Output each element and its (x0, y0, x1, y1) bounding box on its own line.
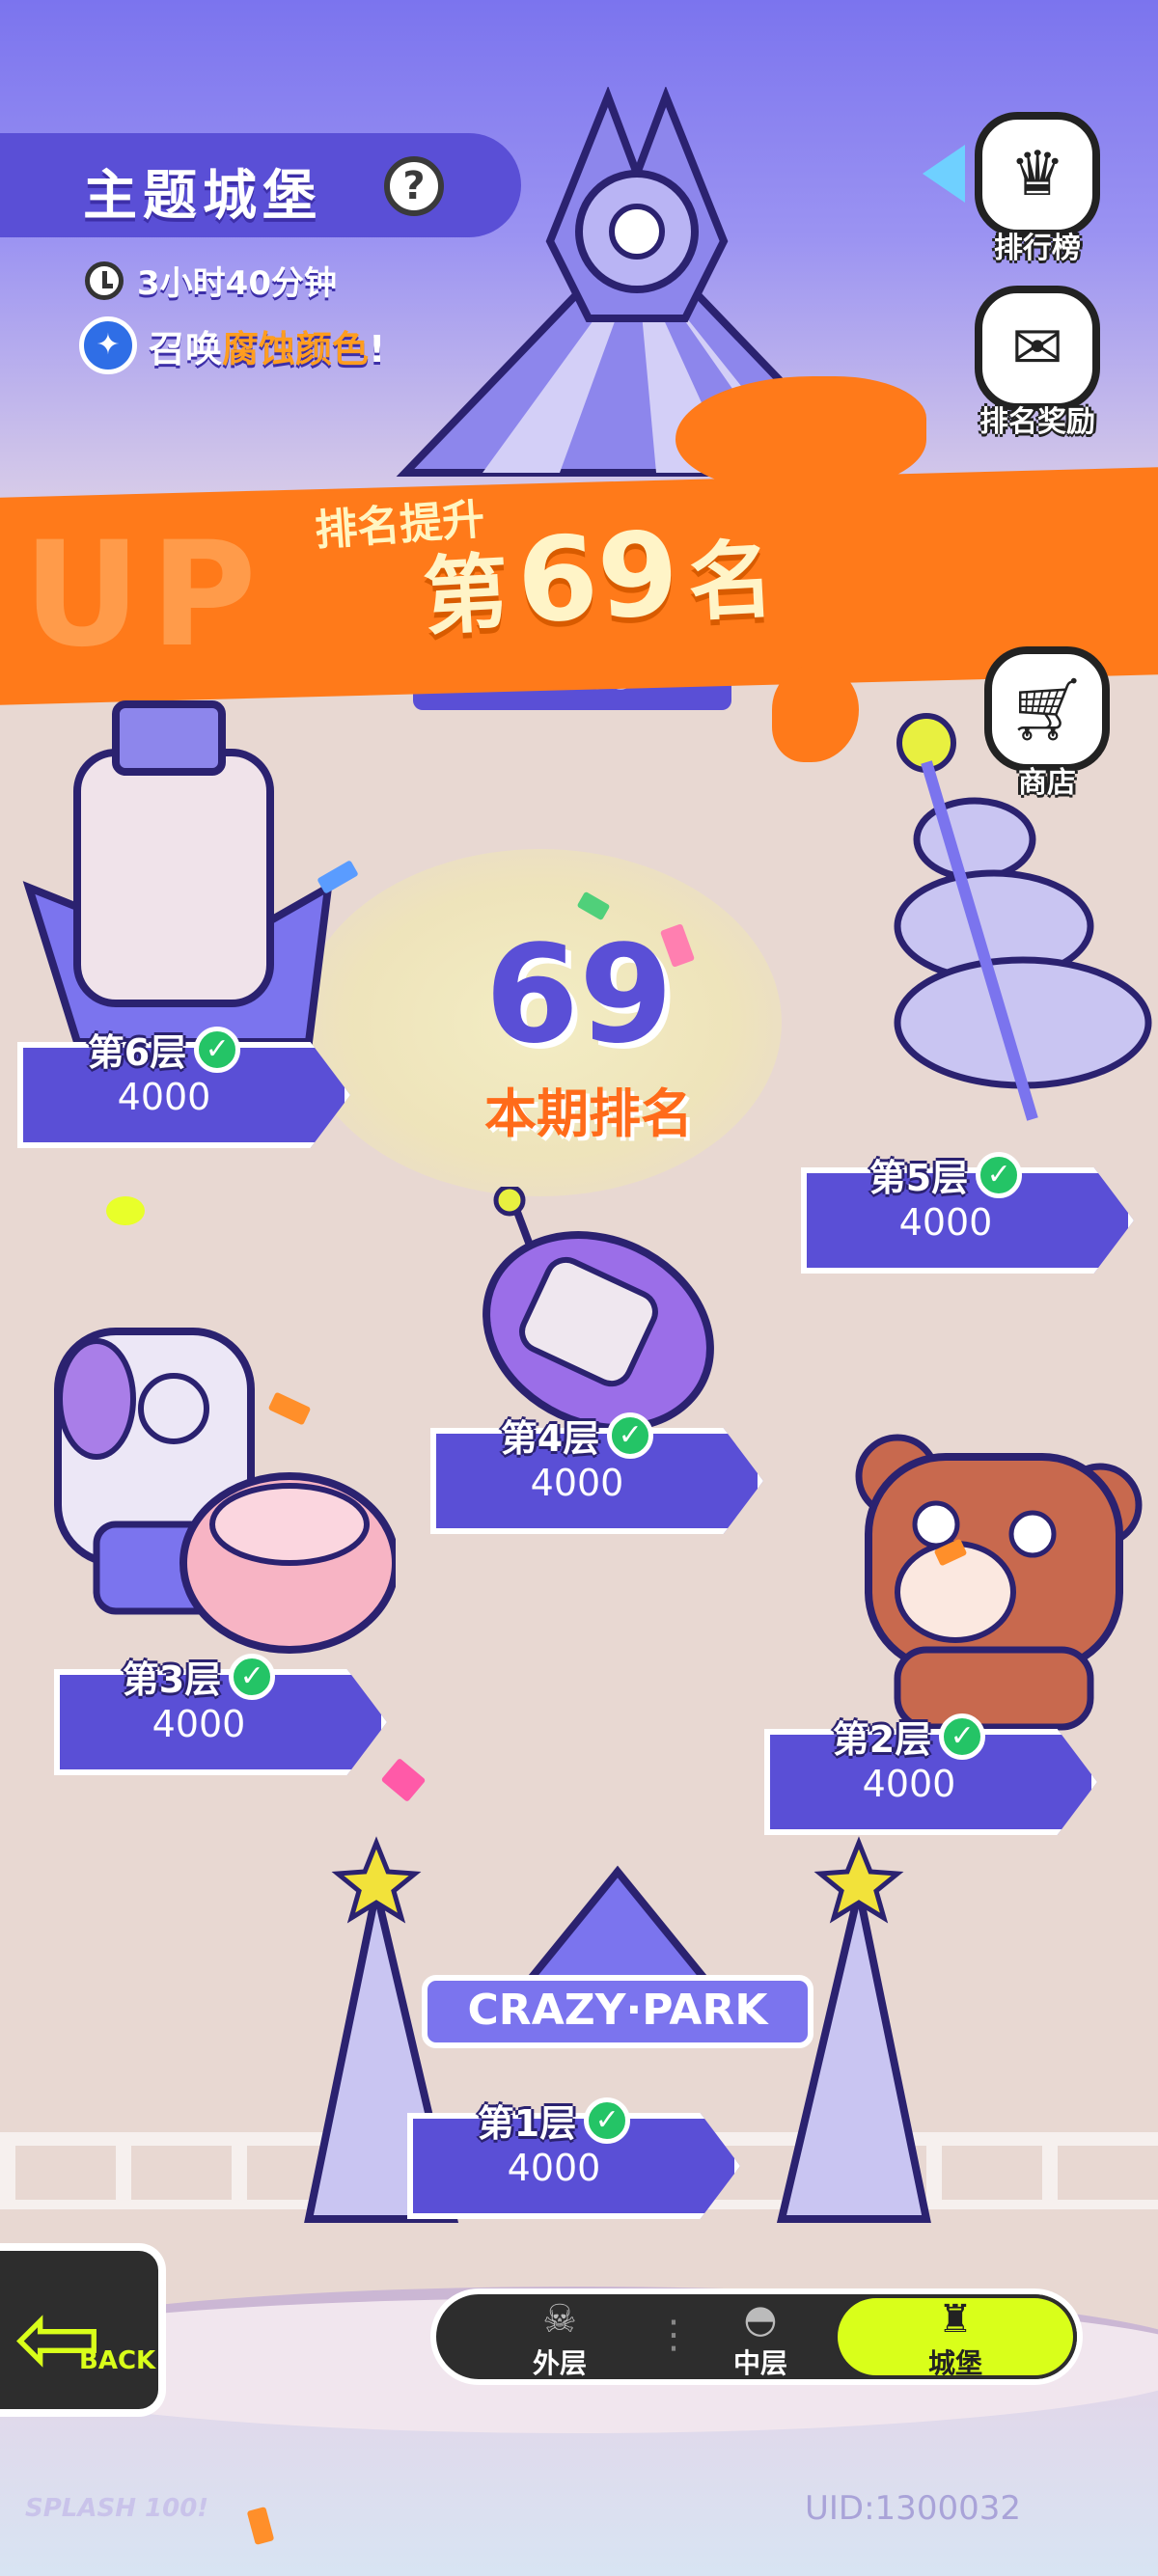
skull-icon: ☠ (542, 2297, 577, 2342)
leaderboard-button[interactable]: ♛ 排行榜 (965, 112, 1110, 266)
check-icon: ✓ (607, 1411, 654, 1459)
banner-rank-text: 第 69 名 (421, 507, 777, 650)
question-mark-icon[interactable]: ? (384, 156, 444, 216)
floor-5-score: 4000 (898, 1201, 993, 1244)
game-logo: SPLASH 100! (25, 2494, 209, 2523)
floor-4-score: 4000 (530, 1462, 624, 1504)
castle-icon: ♜ (938, 2297, 973, 2342)
user-id: UID:1300032 (805, 2489, 1021, 2528)
floor-2-score: 4000 (862, 1763, 956, 1805)
trophy-icon: ♛ (975, 112, 1100, 237)
park-sign-text: CRAZY·PARK (468, 1986, 770, 2035)
timer-row: 3小时40分钟 (85, 257, 337, 304)
check-icon: ✓ (584, 2096, 631, 2144)
check-icon: ✓ (194, 1026, 241, 1073)
floor-6-mascot[interactable] (19, 695, 338, 1052)
floor-6-score: 4000 (117, 1076, 211, 1118)
summon-icon: ✦ (79, 316, 137, 374)
floor-6-title: 第6层 ✓ (39, 1023, 290, 1076)
floor-4-mascot[interactable] (463, 1187, 733, 1438)
timer-text: 3小时40分钟 (137, 264, 337, 303)
summon-row: ✦ 召唤腐蚀颜色! (79, 316, 385, 374)
tab-outer-layer[interactable]: ☠ 外层 (482, 2296, 637, 2383)
floor-3-title: 第3层 ✓ (73, 1650, 324, 1703)
check-icon: ✓ (976, 1151, 1023, 1198)
bottom-band (0, 2287, 1158, 2576)
check-icon: ✓ (229, 1653, 276, 1700)
banner-watermark: UP (23, 511, 266, 679)
helmet-icon: ◓ (743, 2297, 778, 2342)
rank-rewards-label: 排名奖励 (979, 405, 1095, 439)
rank-rewards-button[interactable]: ✉ 排名奖励 (965, 286, 1110, 440)
floor-2-title: 第2层 ✓ (784, 1710, 1034, 1763)
summon-text: 召唤腐蚀颜色! (149, 327, 386, 370)
current-rank-label: 本期排名 (484, 1083, 693, 1144)
floor-5-title: 第5层 ✓ (820, 1148, 1071, 1201)
tab-middle-layer[interactable]: ◓ 中层 (683, 2296, 838, 2383)
floor-5-mascot[interactable] (868, 695, 1158, 1138)
floor-3-mascot[interactable] (19, 1312, 396, 1659)
floor-4-title: 第4层 ✓ (452, 1409, 703, 1462)
floor-2-mascot[interactable] (840, 1428, 1148, 1737)
leaderboard-label: 排行榜 (994, 232, 1081, 265)
floor-1-title: 第1层 ✓ (428, 2094, 679, 2147)
page-title: 主题城堡 (83, 165, 322, 228)
back-button-label: BACK (79, 2346, 156, 2375)
side-panel-arrow-icon[interactable] (923, 145, 965, 203)
floor-3-score: 4000 (152, 1703, 246, 1745)
gift-icon: ✉ (975, 286, 1100, 411)
banner-rank-number: 69 (513, 507, 682, 650)
confetti (106, 1196, 145, 1225)
check-icon: ✓ (939, 1713, 986, 1760)
clock-icon (85, 260, 124, 300)
floor-1-score: 4000 (507, 2147, 601, 2189)
tab-castle[interactable]: ♜ 城堡 (878, 2296, 1033, 2383)
